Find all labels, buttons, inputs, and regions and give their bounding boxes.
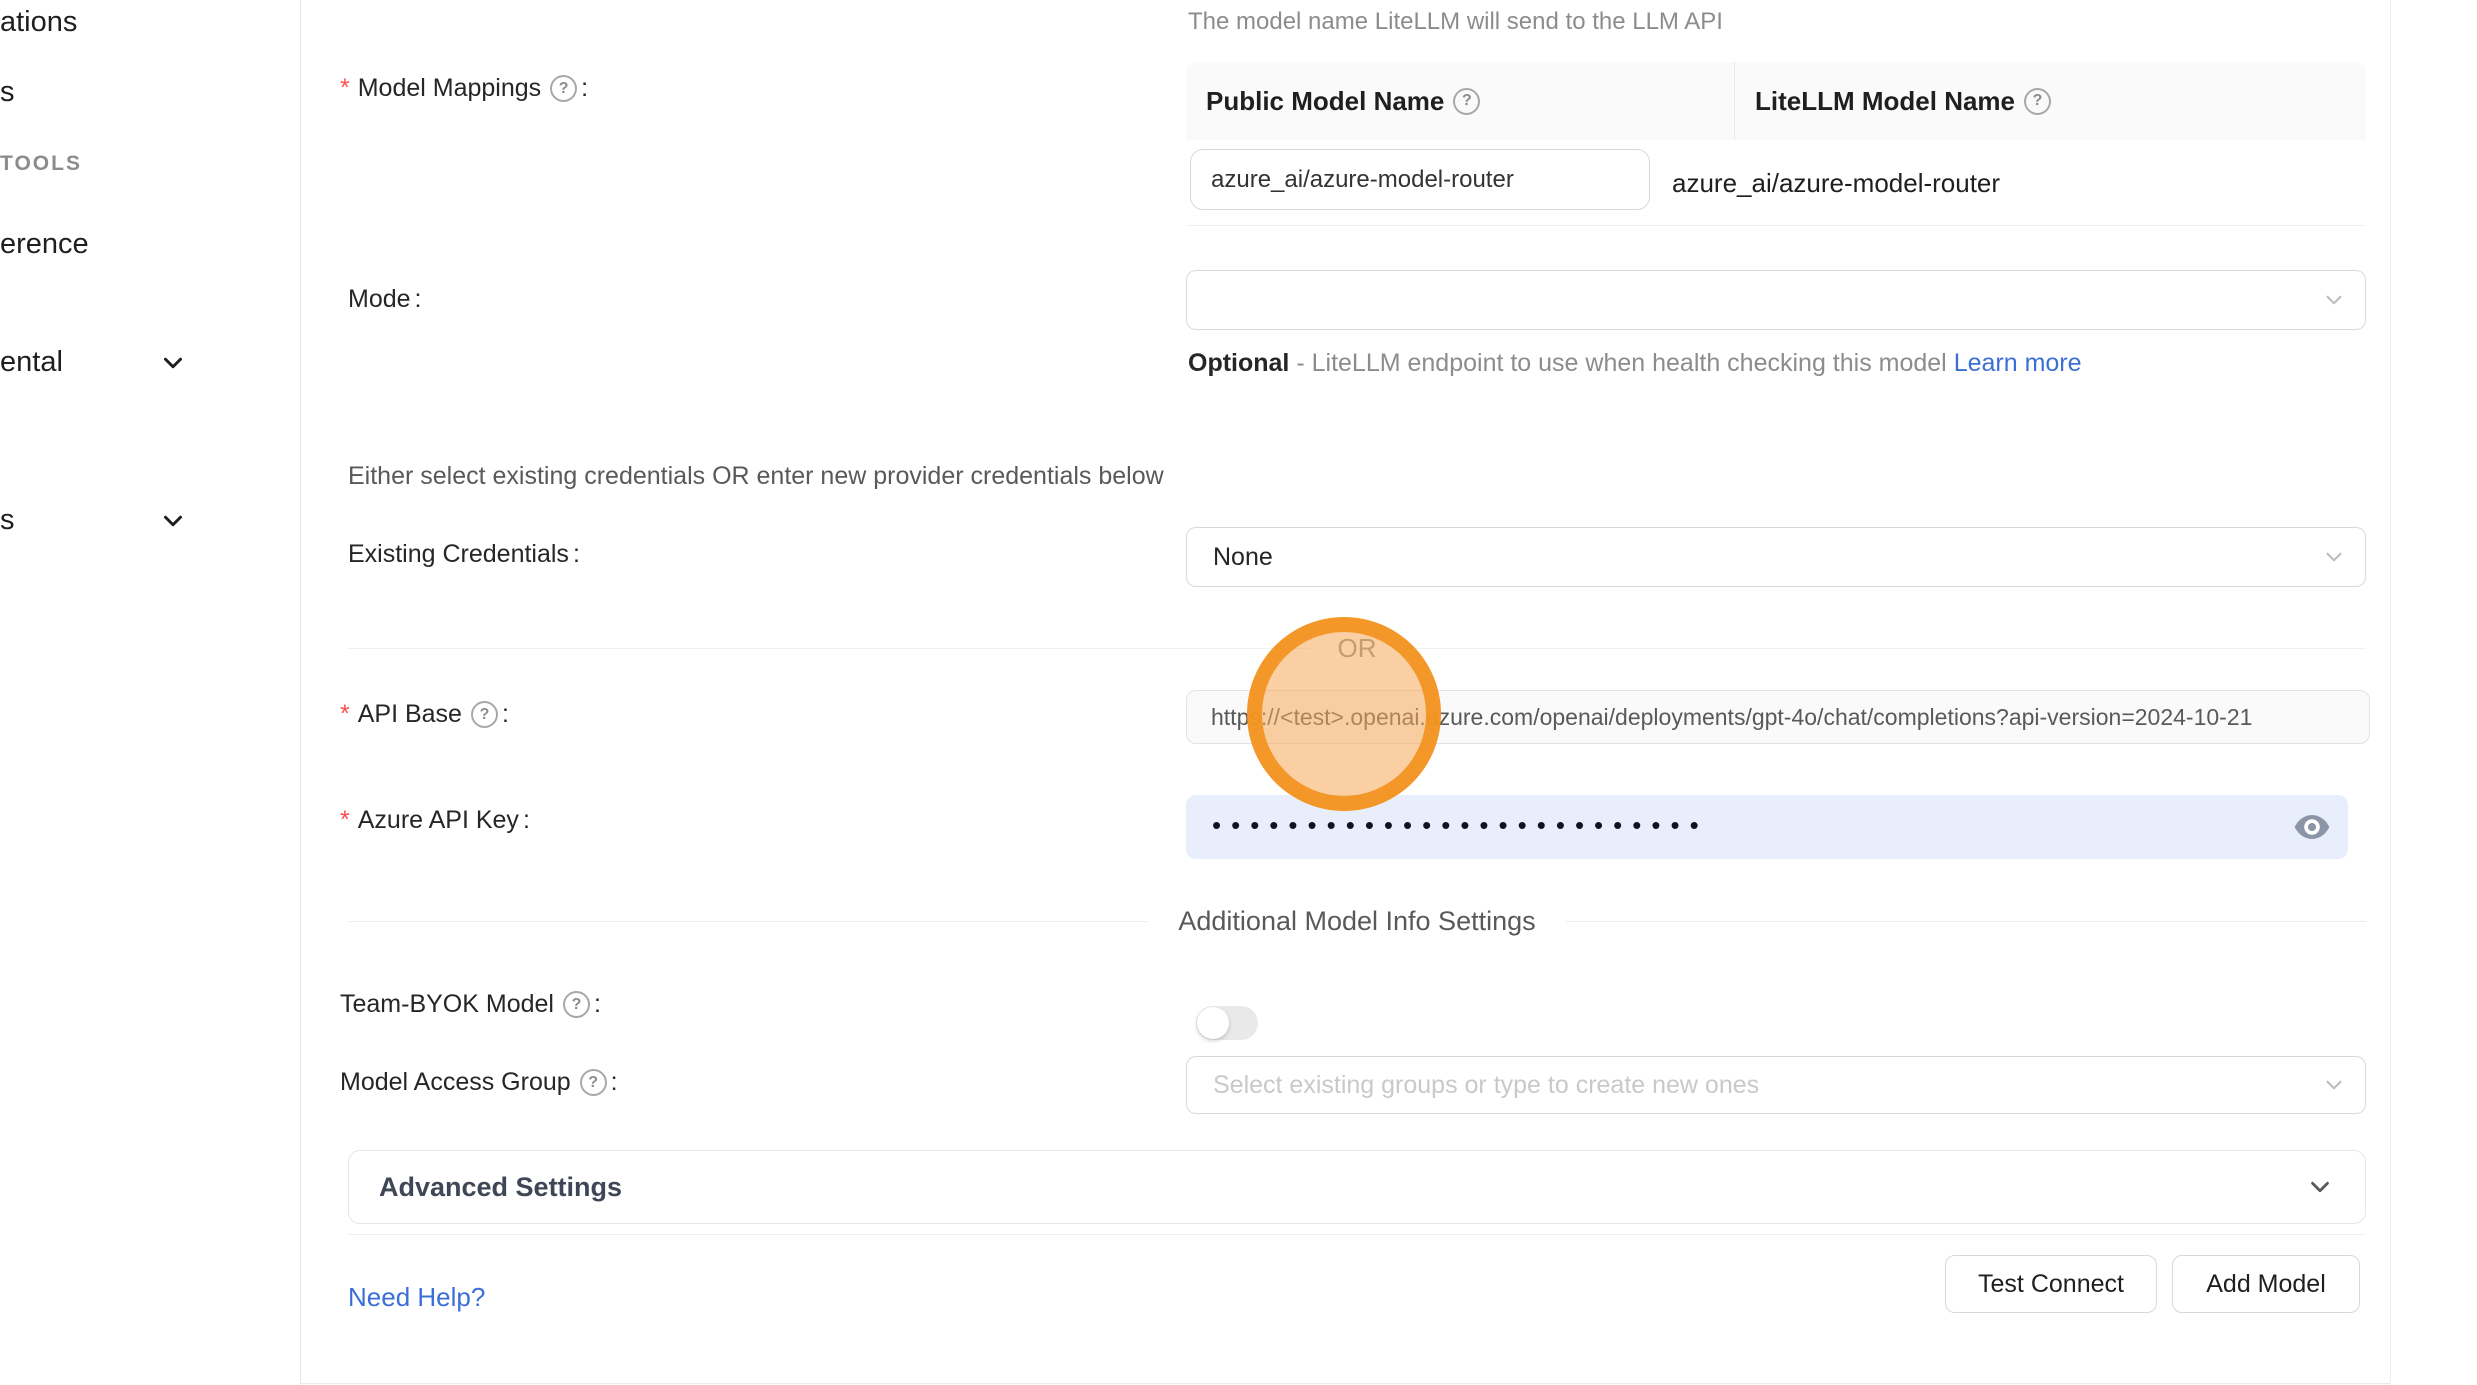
advanced-settings-title: Advanced Settings	[379, 1172, 622, 1203]
model-access-group-select[interactable]: Select existing groups or type to create…	[1186, 1056, 2366, 1114]
chevron-down-icon[interactable]	[158, 348, 188, 378]
divider-line	[1566, 921, 2366, 922]
add-model-button[interactable]: Add Model	[2172, 1255, 2360, 1313]
sidebar-item-erence[interactable]: erence	[0, 228, 89, 261]
help-icon[interactable]: ?	[2024, 88, 2051, 115]
required-asterisk: *	[340, 700, 350, 729]
content-bottom-border	[300, 1383, 2390, 1384]
model-access-group-placeholder: Select existing groups or type to create…	[1213, 1071, 1759, 1100]
sidebar: ations s TOOLS erence ental s	[0, 0, 300, 1385]
additional-settings-divider: Additional Model Info Settings	[348, 902, 2366, 940]
litellm-model-name-header: LiteLLM Model Name ?	[1734, 62, 2366, 140]
mode-select[interactable]	[1186, 270, 2366, 330]
model-mappings-table: Public Model Name ? LiteLLM Model Name ?…	[1186, 62, 2366, 226]
public-model-name-input[interactable]	[1190, 149, 1650, 210]
help-icon[interactable]: ?	[1453, 88, 1480, 115]
team-byok-label: Team-BYOK Model ? :	[340, 990, 601, 1019]
content-right-border	[2390, 0, 2391, 1385]
help-icon[interactable]: ?	[580, 1069, 607, 1096]
sidebar-item-ations[interactable]: ations	[0, 6, 77, 39]
chevron-down-icon	[2321, 287, 2347, 313]
azure-api-key-input[interactable]: ••••••••••••••••••••••••••	[1186, 795, 2348, 859]
toggle-knob	[1197, 1007, 1229, 1039]
test-connect-button[interactable]: Test Connect	[1945, 1255, 2157, 1313]
model-mappings-header: Public Model Name ? LiteLLM Model Name ?	[1186, 62, 2366, 140]
mode-help-text: Optional - LiteLLM endpoint to use when …	[1188, 343, 2133, 383]
existing-credentials-label: Existing Credentials:	[348, 540, 580, 569]
divider-line	[348, 921, 1148, 922]
advanced-settings-panel[interactable]: Advanced Settings	[348, 1150, 2366, 1224]
help-icon[interactable]: ?	[563, 991, 590, 1018]
required-asterisk: *	[340, 806, 350, 835]
chevron-down-icon	[2305, 1172, 2335, 1202]
additional-settings-divider-text: Additional Model Info Settings	[1148, 906, 1565, 937]
or-divider-text: OR	[1310, 633, 1405, 664]
chevron-down-icon[interactable]	[158, 506, 188, 536]
api-base-input[interactable]: https://<test>.openai.azure.com/openai/d…	[1186, 690, 2370, 744]
model-mappings-row: azure_ai/azure-model-router	[1186, 140, 2366, 226]
model-mappings-label: * Model Mappings ? :	[340, 74, 588, 103]
add-model-page: ations s TOOLS erence ental s The model …	[0, 0, 2477, 1385]
need-help-link[interactable]: Need Help?	[348, 1282, 485, 1313]
existing-credentials-select[interactable]: None	[1186, 527, 2366, 587]
azure-api-key-label: * Azure API Key :	[340, 806, 530, 835]
model-name-hint: The model name LiteLLM will send to the …	[1188, 8, 1723, 36]
litellm-model-name-value: azure_ai/azure-model-router	[1672, 140, 2000, 226]
required-asterisk: *	[340, 74, 350, 103]
sidebar-section-tools: TOOLS	[0, 152, 82, 176]
team-byok-toggle[interactable]	[1196, 1006, 1258, 1040]
section-divider	[348, 1234, 2366, 1235]
sidebar-divider	[300, 0, 301, 1385]
divider-line	[1405, 648, 2367, 649]
help-icon[interactable]: ?	[471, 701, 498, 728]
sidebar-item-s-1[interactable]: s	[0, 76, 15, 109]
eye-icon	[2294, 814, 2330, 840]
divider-line	[348, 648, 1310, 649]
toggle-password-visibility-button[interactable]	[2292, 812, 2332, 842]
masked-api-key: ••••••••••••••••••••••••••	[1212, 812, 1709, 838]
chevron-down-icon	[2321, 1072, 2347, 1098]
sidebar-item-ental[interactable]: ental	[0, 346, 63, 379]
chevron-down-icon	[2321, 544, 2347, 570]
existing-credentials-value: None	[1213, 543, 1273, 572]
sidebar-item-s-2[interactable]: s	[0, 504, 15, 537]
learn-more-link[interactable]: Learn more	[1954, 349, 2082, 377]
api-base-label: * API Base ? :	[340, 700, 509, 729]
help-icon[interactable]: ?	[550, 75, 577, 102]
or-divider: OR	[348, 630, 2366, 666]
mode-label: Mode:	[348, 285, 422, 314]
model-access-group-label: Model Access Group ? :	[340, 1068, 618, 1097]
public-model-name-header: Public Model Name ?	[1186, 62, 1734, 140]
credentials-note: Either select existing credentials OR en…	[348, 462, 1164, 491]
